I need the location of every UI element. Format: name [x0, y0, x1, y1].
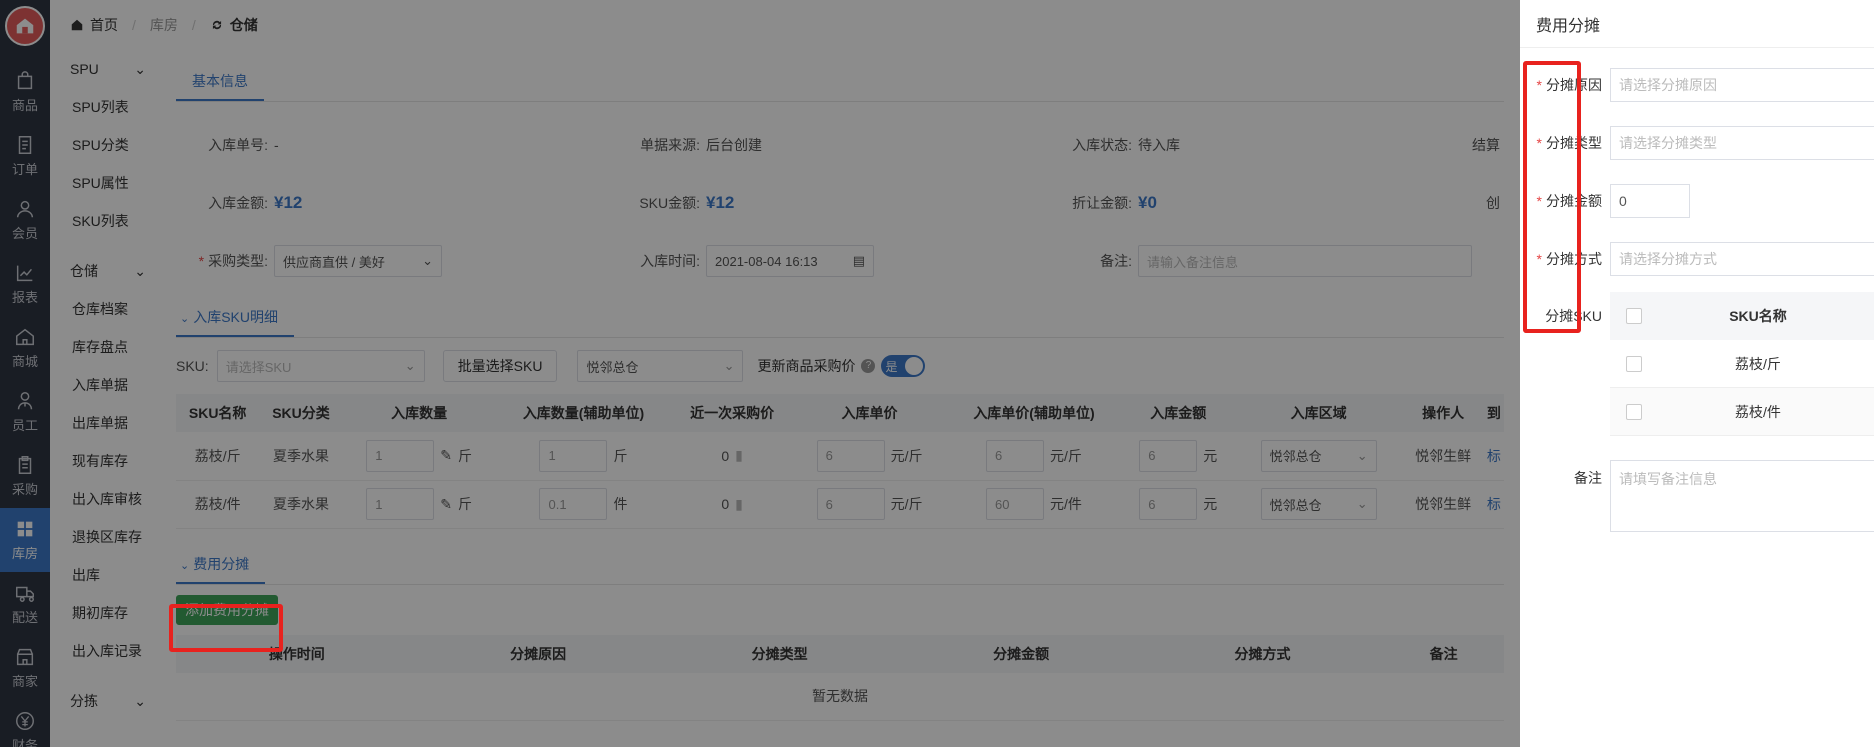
method-label: * 分摊方式	[1536, 251, 1602, 267]
allocation-sku-table: SKU名称 荔枝/斤 荔枝/件	[1610, 292, 1874, 436]
remark-label: 备注	[1574, 470, 1602, 486]
remark-textarea[interactable]: 请填写备注信息	[1610, 460, 1874, 532]
method-select[interactable]: 请选择分摊方式	[1610, 242, 1874, 276]
amount-label: * 分摊金额	[1536, 193, 1602, 209]
col-sku-name: SKU名称	[1729, 308, 1787, 324]
cost-allocation-drawer: 费用分摊 * 分摊原因 请选择分摊原因 * 分摊类型 请选择分摊类型 * 分摊金额 0…	[1520, 0, 1874, 747]
row-checkbox[interactable]	[1626, 355, 1642, 372]
table-row: 荔枝/件	[1610, 388, 1874, 436]
table-row: 荔枝/斤	[1610, 340, 1874, 388]
amount-input[interactable]: 0	[1610, 184, 1690, 218]
select-all-checkbox[interactable]	[1626, 308, 1642, 324]
drawer-title: 费用分摊	[1520, 0, 1874, 48]
sku-label: 分摊SKU	[1545, 308, 1602, 324]
reason-select[interactable]: 请选择分摊原因	[1610, 68, 1874, 102]
row-checkbox[interactable]	[1626, 403, 1642, 420]
modal-overlay[interactable]	[0, 0, 1520, 747]
drawer-form: * 分摊原因 请选择分摊原因 * 分摊类型 请选择分摊类型 * 分摊金额 0 * 分摊方…	[1520, 48, 1874, 532]
reason-label: * 分摊原因	[1536, 77, 1602, 93]
type-select[interactable]: 请选择分摊类型	[1610, 126, 1874, 160]
type-label: * 分摊类型	[1536, 135, 1602, 151]
